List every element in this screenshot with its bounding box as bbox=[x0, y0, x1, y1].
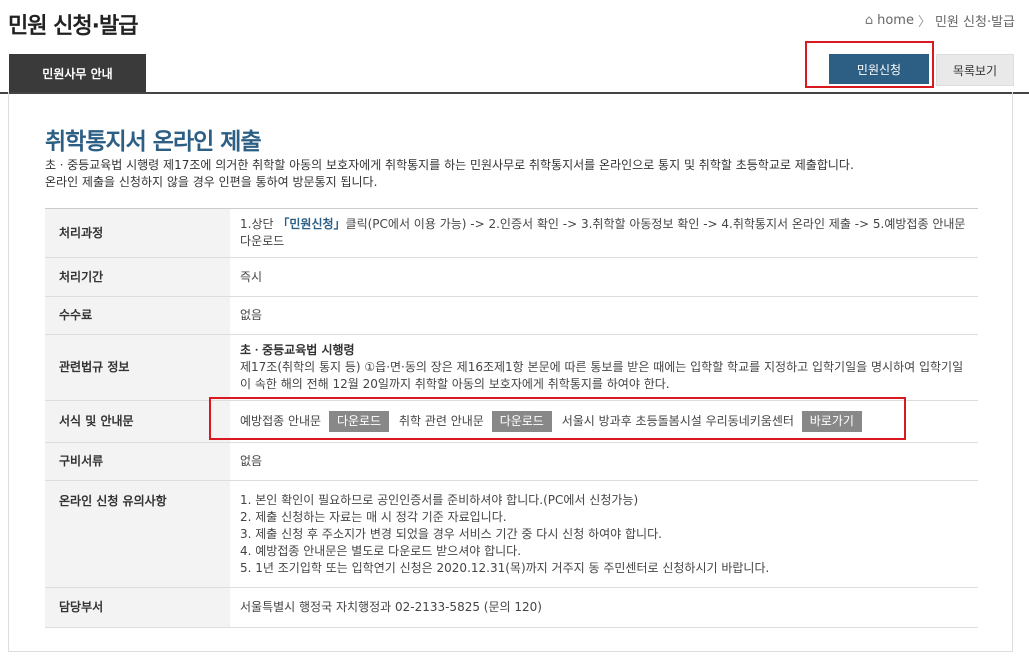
breadcrumb: ⌂ home 〉 민원 신청·발급 bbox=[865, 11, 1015, 30]
process-value: 1.상단 「민원신청」클릭(PC에서 이용 가능) -> 2.인증서 확인 ->… bbox=[230, 208, 978, 258]
row-label-dept: 담당부서 bbox=[45, 587, 230, 628]
forms-highlight-box bbox=[209, 397, 906, 440]
breadcrumb-separator: 〉 bbox=[917, 15, 931, 30]
table-row: 처리기간 즉시 bbox=[45, 257, 978, 297]
row-label-law: 관련법규 정보 bbox=[45, 334, 230, 401]
law-value: 초ㆍ중등교육법 시행령 제17조(취학의 통지 등) ①읍·면·동의 장은 제1… bbox=[230, 334, 978, 401]
note-item: 1. 본인 확인이 필요하므로 공인인증서를 준비하셔야 합니다.(PC에서 신… bbox=[240, 492, 639, 507]
row-label-docs: 구비서류 bbox=[45, 442, 230, 481]
docs-value: 없음 bbox=[230, 442, 978, 481]
page-title: 민원 신청·발급 bbox=[8, 14, 138, 39]
intro-line: 온라인 제출을 신청하지 않을 경우 인편을 통하여 방문통지 됩니다. bbox=[45, 175, 378, 189]
fee-value: 없음 bbox=[230, 296, 978, 335]
home-icon[interactable]: ⌂ bbox=[865, 13, 873, 28]
table-row: 담당부서 서울특별시 행정국 자치행정과 02-2133-5825 (문의 12… bbox=[45, 587, 978, 628]
apply-button[interactable]: 민원신청 bbox=[829, 54, 929, 84]
tab-civil-info[interactable]: 민원사무 안내 bbox=[9, 54, 146, 92]
row-label-period: 처리기간 bbox=[45, 257, 230, 297]
table-row: 온라인 신청 유의사항 1. 본인 확인이 필요하므로 공인인증서를 준비하셔야… bbox=[45, 480, 978, 588]
content-panel: 취학통지서 온라인 제출 초ㆍ중등교육법 시행령 제17조에 의거한 취학할 아… bbox=[8, 92, 1013, 652]
intro-line: 초ㆍ중등교육법 시행령 제17조에 의거한 취학할 아동의 보호자에게 취학통지… bbox=[45, 158, 854, 172]
row-label-notes: 온라인 신청 유의사항 bbox=[45, 480, 230, 588]
process-text: 1.상단 bbox=[240, 217, 278, 231]
breadcrumb-home[interactable]: home bbox=[877, 13, 914, 28]
note-item: 3. 제출 신청 후 주소지가 변경 되었을 경우 서비스 기간 중 다시 신청… bbox=[240, 526, 662, 541]
service-intro: 초ㆍ중등교육법 시행령 제17조에 의거한 취학할 아동의 보호자에게 취학통지… bbox=[45, 157, 854, 191]
list-button[interactable]: 목록보기 bbox=[936, 54, 1014, 86]
tab-bar: 민원사무 안내 민원신청 목록보기 bbox=[0, 41, 1029, 94]
row-label-forms: 서식 및 안내문 bbox=[45, 400, 230, 443]
apply-link[interactable]: 「민원신청」 bbox=[277, 217, 345, 231]
period-value: 즉시 bbox=[230, 257, 978, 297]
row-label-process: 처리과정 bbox=[45, 208, 230, 258]
note-item: 4. 예방접종 안내문은 별도로 다운로드 받으셔야 합니다. bbox=[240, 543, 522, 558]
breadcrumb-current: 민원 신청·발급 bbox=[934, 15, 1015, 30]
law-text: 제17조(취학의 통지 등) ①읍·면·동의 장은 제16조제1항 본문에 따른… bbox=[240, 360, 964, 391]
notes-value: 1. 본인 확인이 필요하므로 공인인증서를 준비하셔야 합니다.(PC에서 신… bbox=[230, 480, 978, 588]
table-row: 처리과정 1.상단 「민원신청」클릭(PC에서 이용 가능) -> 2.인증서 … bbox=[45, 208, 978, 258]
table-row: 구비서류 없음 bbox=[45, 442, 978, 481]
note-item: 2. 제출 신청하는 자료는 매 시 정각 기준 자료입니다. bbox=[240, 509, 507, 524]
table-row: 수수료 없음 bbox=[45, 296, 978, 335]
dept-value: 서울특별시 행정국 자치행정과 02-2133-5825 (문의 120) bbox=[230, 587, 978, 628]
table-row: 관련법규 정보 초ㆍ중등교육법 시행령 제17조(취학의 통지 등) ①읍·면·… bbox=[45, 334, 978, 401]
note-item: 5. 1년 조기입학 또는 입학연기 신청은 2020.12.31(목)까지 거… bbox=[240, 560, 770, 575]
process-text: 클릭(PC에서 이용 가능) -> 2.인증서 확인 -> 3.취학할 아동정보… bbox=[240, 217, 966, 248]
service-heading: 취학통지서 온라인 제출 bbox=[45, 129, 262, 155]
row-label-fee: 수수료 bbox=[45, 296, 230, 335]
law-title: 초ㆍ중등교육법 시행령 bbox=[240, 343, 355, 357]
